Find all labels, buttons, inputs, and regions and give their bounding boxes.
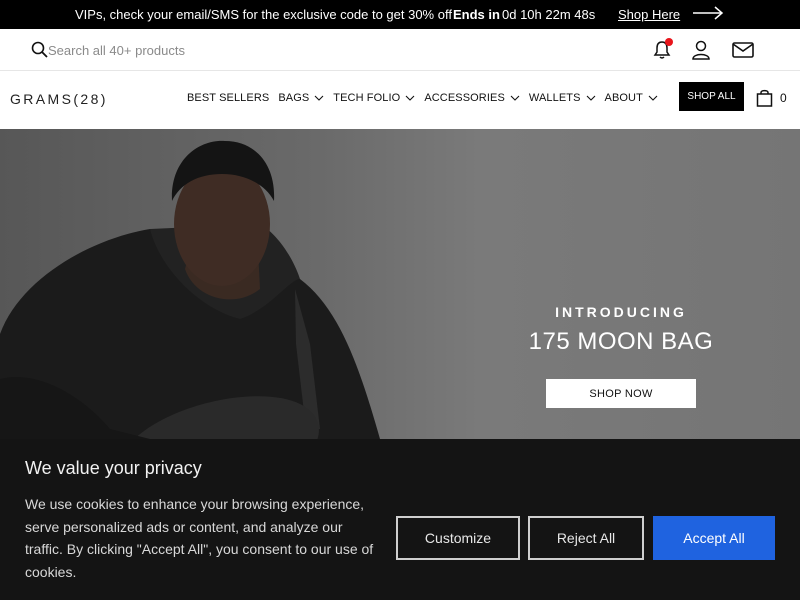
- main-header: GRAMS(28) BEST SELLERS BAGS TECH FOLIO A…: [0, 71, 800, 129]
- user-icon: [692, 40, 710, 60]
- cookie-title: We value your privacy: [25, 458, 202, 478]
- nav-item-bags[interactable]: BAGS: [278, 92, 324, 104]
- shop-all-button[interactable]: SHOP ALL: [679, 82, 744, 111]
- account-button[interactable]: [689, 38, 713, 62]
- main-nav: BEST SELLERS BAGS TECH FOLIO ACCESSORIES…: [187, 92, 667, 104]
- promo-bar: VIPs, check your email/SMS for the exclu…: [0, 0, 800, 29]
- nav-item-accessories[interactable]: ACCESSORIES: [424, 92, 520, 104]
- chevron-down-icon: [314, 92, 324, 104]
- cookie-consent-banner: We value your privacy We use cookies to …: [0, 439, 800, 600]
- nav-item-tech-folio[interactable]: TECH FOLIO: [333, 92, 415, 104]
- chevron-down-icon: [405, 92, 415, 104]
- cart-count: 0: [780, 91, 787, 105]
- chevron-down-icon: [648, 92, 658, 104]
- customize-button[interactable]: Customize: [396, 516, 520, 560]
- arrow-right-icon[interactable]: [692, 5, 724, 24]
- cart-button[interactable]: 0: [756, 89, 787, 107]
- search-input[interactable]: [48, 39, 348, 61]
- nav-item-wallets[interactable]: WALLETS: [529, 92, 596, 104]
- nav-item-label: ACCESSORIES: [424, 92, 505, 104]
- accept-all-button[interactable]: Accept All: [653, 516, 775, 560]
- nav-item-label: TECH FOLIO: [333, 92, 401, 104]
- promo-ends-label: Ends in: [453, 7, 500, 22]
- chevron-down-icon: [586, 92, 596, 104]
- notification-badge: [665, 38, 673, 46]
- reject-all-button[interactable]: Reject All: [528, 516, 644, 560]
- nav-item-label: BEST SELLERS: [187, 92, 270, 104]
- search-icon[interactable]: [31, 41, 48, 63]
- nav-item-best-sellers[interactable]: BEST SELLERS: [187, 92, 269, 104]
- promo-countdown: 0d 10h 22m 48s: [502, 7, 596, 22]
- nav-item-about[interactable]: ABOUT: [605, 92, 658, 104]
- shopping-bag-icon: [756, 89, 773, 107]
- notification-button[interactable]: [650, 38, 674, 62]
- hero-eyebrow: INTRODUCING: [555, 304, 687, 320]
- cookie-body: We use cookies to enhance your browsing …: [25, 496, 374, 580]
- promo-shop-here-link[interactable]: Shop Here: [618, 7, 680, 22]
- mail-icon: [732, 42, 754, 58]
- promo-message: VIPs, check your email/SMS for the exclu…: [75, 7, 452, 22]
- shop-now-button[interactable]: SHOP NOW: [546, 379, 696, 408]
- nav-item-label: WALLETS: [528, 92, 581, 104]
- nav-item-label: BAGS: [278, 92, 310, 104]
- utility-bar: [0, 29, 800, 71]
- email-button[interactable]: [731, 38, 755, 62]
- chevron-down-icon: [510, 92, 520, 104]
- brand-logo[interactable]: GRAMS(28): [10, 91, 108, 107]
- nav-item-label: ABOUT: [604, 92, 643, 104]
- hero-headline: 175 MOON BAG: [528, 328, 714, 355]
